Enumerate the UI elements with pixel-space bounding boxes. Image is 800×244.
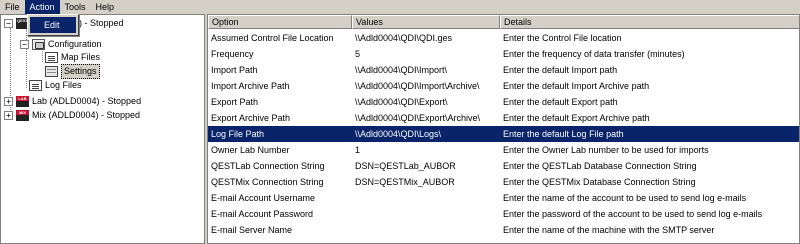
tree-node-label: Lab (ADLD0004) - Stopped bbox=[32, 96, 142, 106]
cell-details: Enter the default Log File path bbox=[503, 129, 624, 139]
tree-node-label: Configuration bbox=[48, 39, 102, 49]
cell-details: Enter the Owner Lab number to be used fo… bbox=[503, 145, 709, 155]
tree-node-configuration[interactable]: − Configuration bbox=[20, 38, 102, 51]
cell-option: Export Archive Path bbox=[211, 113, 291, 123]
tree-node-qest-lab[interactable]: + LAB Lab (ADLD0004) - Stopped bbox=[4, 95, 141, 108]
cell-value: 5 bbox=[355, 49, 361, 59]
cell-value: \\Adld0004\QDI\Export\ bbox=[355, 97, 448, 107]
cell-option: Log File Path bbox=[211, 129, 265, 139]
qest-mix-icon: MIX bbox=[16, 110, 29, 121]
tree-node-label: Log Files bbox=[45, 80, 82, 90]
cell-details: Enter the default Export path bbox=[503, 97, 618, 107]
list-header: Option Values Details bbox=[208, 15, 799, 29]
table-row[interactable]: E-mail Account Username Enter the name of… bbox=[208, 190, 799, 206]
expand-icon[interactable]: + bbox=[4, 97, 13, 106]
cell-value: \\Adld0004\QDI\Import\ bbox=[355, 65, 448, 75]
cell-details: Enter the frequency of data transfer (mi… bbox=[503, 49, 685, 59]
table-row[interactable]: QESTLab Connection String DSN=QESTLab_AUB… bbox=[208, 158, 799, 174]
tree-node-map-files[interactable]: Map Files bbox=[45, 51, 100, 64]
cell-option: E-mail Server Name bbox=[211, 225, 293, 235]
menu-help[interactable]: Help bbox=[91, 0, 120, 14]
cell-value bbox=[352, 190, 500, 206]
cell-value: \\Adld0004\QDI\Export\Archive\ bbox=[355, 113, 481, 123]
table-row[interactable]: Log File Path \\Adld0004\QDI\Logs\ Enter t… bbox=[208, 126, 799, 142]
cell-option: E-mail Account Username bbox=[211, 193, 316, 203]
table-row[interactable]: Export Path \\Adld0004\QDI\Export\ Enter t… bbox=[208, 94, 799, 110]
column-header-option[interactable]: Option bbox=[208, 15, 352, 29]
cell-value: 1 bbox=[355, 145, 361, 155]
menu-bar: File Action Tools Help bbox=[0, 0, 800, 14]
table-row[interactable]: E-mail Account Password Enter the passwor… bbox=[208, 206, 799, 222]
document-icon bbox=[29, 80, 42, 91]
table-row[interactable]: E-mail Server Name Enter the name of the … bbox=[208, 222, 799, 238]
cell-option: QESTLab Connection String bbox=[211, 161, 325, 171]
tree-connector bbox=[26, 28, 27, 88]
table-row[interactable]: Import Archive Path \\Adld0004\QDI\Import… bbox=[208, 78, 799, 94]
collapse-icon[interactable]: − bbox=[4, 19, 13, 28]
settings-list-view[interactable]: Option Values Details Assumed Control Fi… bbox=[207, 14, 800, 244]
menu-tools[interactable]: Tools bbox=[60, 0, 91, 14]
settings-icon bbox=[45, 66, 58, 77]
cell-option: Assumed Control File Location bbox=[211, 33, 334, 43]
tree-view[interactable]: − QEST (ADLD0004) - Stopped − Configurat… bbox=[0, 14, 205, 244]
menu-item-edit[interactable]: Edit bbox=[30, 17, 76, 33]
cell-value: \\Adld0004\QDI\QDI.ges bbox=[355, 33, 453, 43]
cell-details: Enter the QESTMix Database Connection St… bbox=[503, 177, 696, 187]
cell-option: Owner Lab Number bbox=[211, 145, 290, 155]
tree-node-qest-mix[interactable]: + MIX Mix (ADLD0004) - Stopped bbox=[4, 109, 140, 122]
table-row[interactable]: Owner Lab Number 1 Enter the Owner Lab num… bbox=[208, 142, 799, 158]
cell-option: E-mail Account Password bbox=[211, 209, 314, 219]
tree-node-label: Mix (ADLD0004) - Stopped bbox=[32, 110, 141, 120]
cell-details: Enter the default Export Archive path bbox=[503, 113, 650, 123]
cell-option: Export Path bbox=[211, 97, 259, 107]
table-row[interactable]: Assumed Control File Location \\Adld0004\… bbox=[208, 30, 799, 46]
document-icon bbox=[45, 52, 58, 63]
configuration-icon bbox=[32, 39, 45, 50]
cell-details: Enter the QESTLab Database Connection St… bbox=[503, 161, 697, 171]
cell-option: Frequency bbox=[211, 49, 254, 59]
cell-details: Enter the default Import path bbox=[503, 65, 618, 75]
tree-node-label: Settings bbox=[61, 64, 100, 79]
cell-value: \\Adld0004\QDI\Logs\ bbox=[355, 129, 442, 139]
expand-icon[interactable]: + bbox=[4, 111, 13, 120]
qest-lab-icon: LAB bbox=[16, 96, 29, 107]
table-row[interactable]: Export Archive Path \\Adld0004\QDI\Export… bbox=[208, 110, 799, 126]
cell-option: QESTMix Connection String bbox=[211, 177, 324, 187]
table-row[interactable]: Import Path \\Adld0004\QDI\Import\ Enter t… bbox=[208, 62, 799, 78]
menu-file[interactable]: File bbox=[0, 0, 25, 14]
cell-details: Enter the password of the account to be … bbox=[503, 209, 763, 219]
cell-value: DSN=QESTMix_AUBOR bbox=[355, 177, 455, 187]
cell-value: \\Adld0004\QDI\Import\Archive\ bbox=[355, 81, 480, 91]
cell-value bbox=[352, 206, 500, 222]
collapse-icon[interactable]: − bbox=[20, 40, 29, 49]
table-row[interactable]: QESTMix Connection String DSN=QESTMix_AUB… bbox=[208, 174, 799, 190]
cell-value bbox=[352, 222, 500, 238]
menu-action[interactable]: Action bbox=[24, 0, 60, 14]
tree-node-label: Map Files bbox=[61, 52, 101, 62]
cell-value: DSN=QESTLab_AUBOR bbox=[355, 161, 456, 171]
cell-option: Import Path bbox=[211, 65, 258, 75]
tree-node-settings[interactable]: Settings bbox=[45, 64, 100, 79]
column-header-details[interactable]: Details bbox=[500, 15, 799, 29]
cell-details: Enter the name of the machine with the S… bbox=[503, 225, 715, 235]
cell-details: Enter the default Import Archive path bbox=[503, 81, 650, 91]
cell-option: Import Archive Path bbox=[211, 81, 290, 91]
table-row[interactable]: Frequency 5 Enter the frequency of data tr… bbox=[208, 46, 799, 62]
column-header-values[interactable]: Values bbox=[352, 15, 500, 29]
tree-node-log-files[interactable]: Log Files bbox=[29, 79, 82, 92]
action-dropdown-menu: Edit bbox=[27, 14, 79, 36]
cell-details: Enter the Control File location bbox=[503, 33, 622, 43]
cell-details: Enter the name of the account to be used… bbox=[503, 193, 747, 203]
